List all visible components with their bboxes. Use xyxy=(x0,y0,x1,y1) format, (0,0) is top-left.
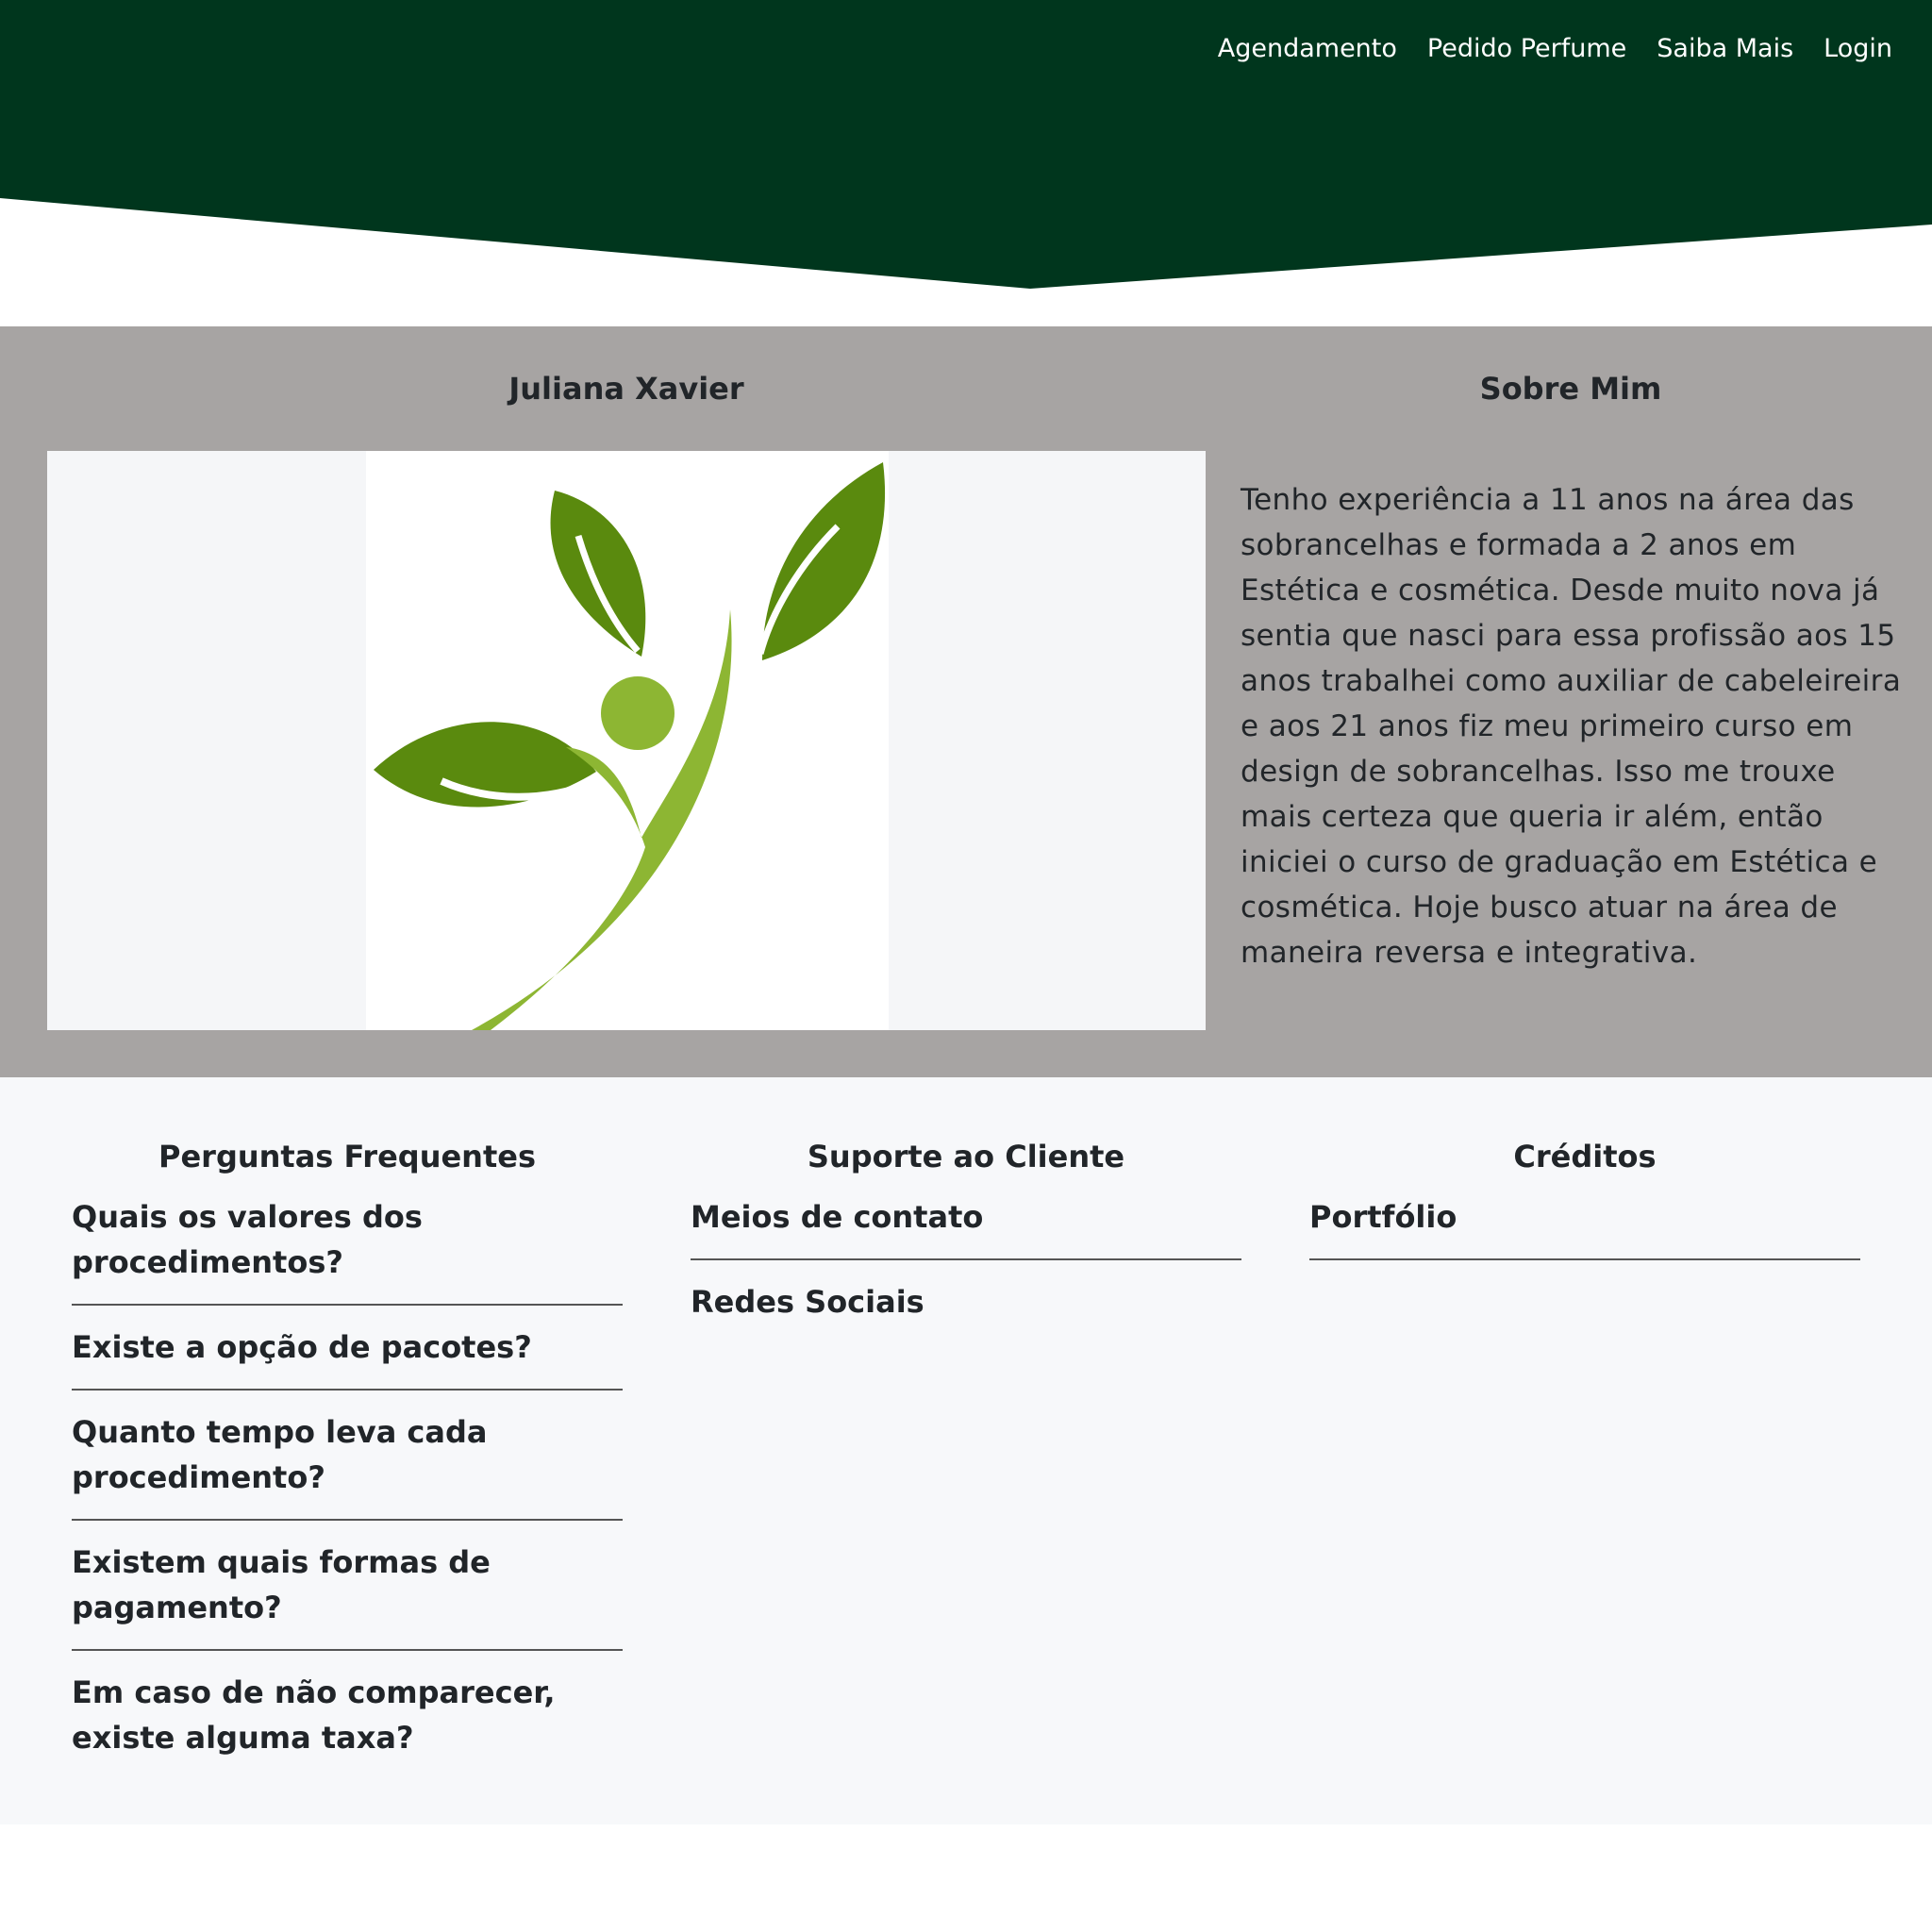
logo-image-frame xyxy=(366,451,889,1030)
support-column: Suporte ao Cliente Meios de contato Rede… xyxy=(691,1077,1241,1362)
faq-column: Perguntas Frequentes Quais os valores do… xyxy=(72,1077,623,1798)
support-item-social[interactable]: Redes Sociais xyxy=(691,1279,1241,1343)
about-title: Sobre Mim xyxy=(1479,371,1662,407)
credits-title: Créditos xyxy=(1513,1139,1657,1174)
profile-name: Juliana Xavier xyxy=(508,371,744,407)
nav-pedido-perfume[interactable]: Pedido Perfume xyxy=(1427,32,1626,66)
support-item-contact[interactable]: Meios de contato xyxy=(691,1194,1241,1260)
faq-title: Perguntas Frequentes xyxy=(158,1139,536,1174)
credits-column: Créditos Portfólio xyxy=(1309,1077,1860,1279)
faq-item[interactable]: Quais os valores dos procedimentos? xyxy=(72,1194,623,1306)
support-title: Suporte ao Cliente xyxy=(807,1139,1125,1174)
nav-saiba-mais[interactable]: Saiba Mais xyxy=(1657,32,1793,66)
faq-item[interactable]: Em caso de não comparecer, existe alguma… xyxy=(72,1670,623,1779)
credits-item-portfolio[interactable]: Portfólio xyxy=(1309,1194,1860,1260)
profile-image xyxy=(47,451,1206,1030)
faq-item[interactable]: Existe a opção de pacotes? xyxy=(72,1324,623,1391)
bio-text: Tenho experiência a 11 anos na área das … xyxy=(1241,483,1902,970)
leaf-person-logo-icon xyxy=(374,462,886,1030)
site-footer: Perguntas Frequentes Quais os valores do… xyxy=(0,1077,1932,1824)
faq-item[interactable]: Existem quais formas de pagamento? xyxy=(72,1540,623,1651)
faq-item[interactable]: Quanto tempo leva cada procedimento? xyxy=(72,1409,623,1521)
main-nav: Agendamento Pedido Perfume Saiba Mais Lo… xyxy=(1218,32,1892,66)
site-header: Agendamento Pedido Perfume Saiba Mais Lo… xyxy=(0,0,1932,292)
nav-agendamento[interactable]: Agendamento xyxy=(1218,32,1397,66)
about-section: Juliana Xavier Sobre Mim Tenho experiênc… xyxy=(0,326,1932,1077)
nav-login[interactable]: Login xyxy=(1824,32,1892,66)
